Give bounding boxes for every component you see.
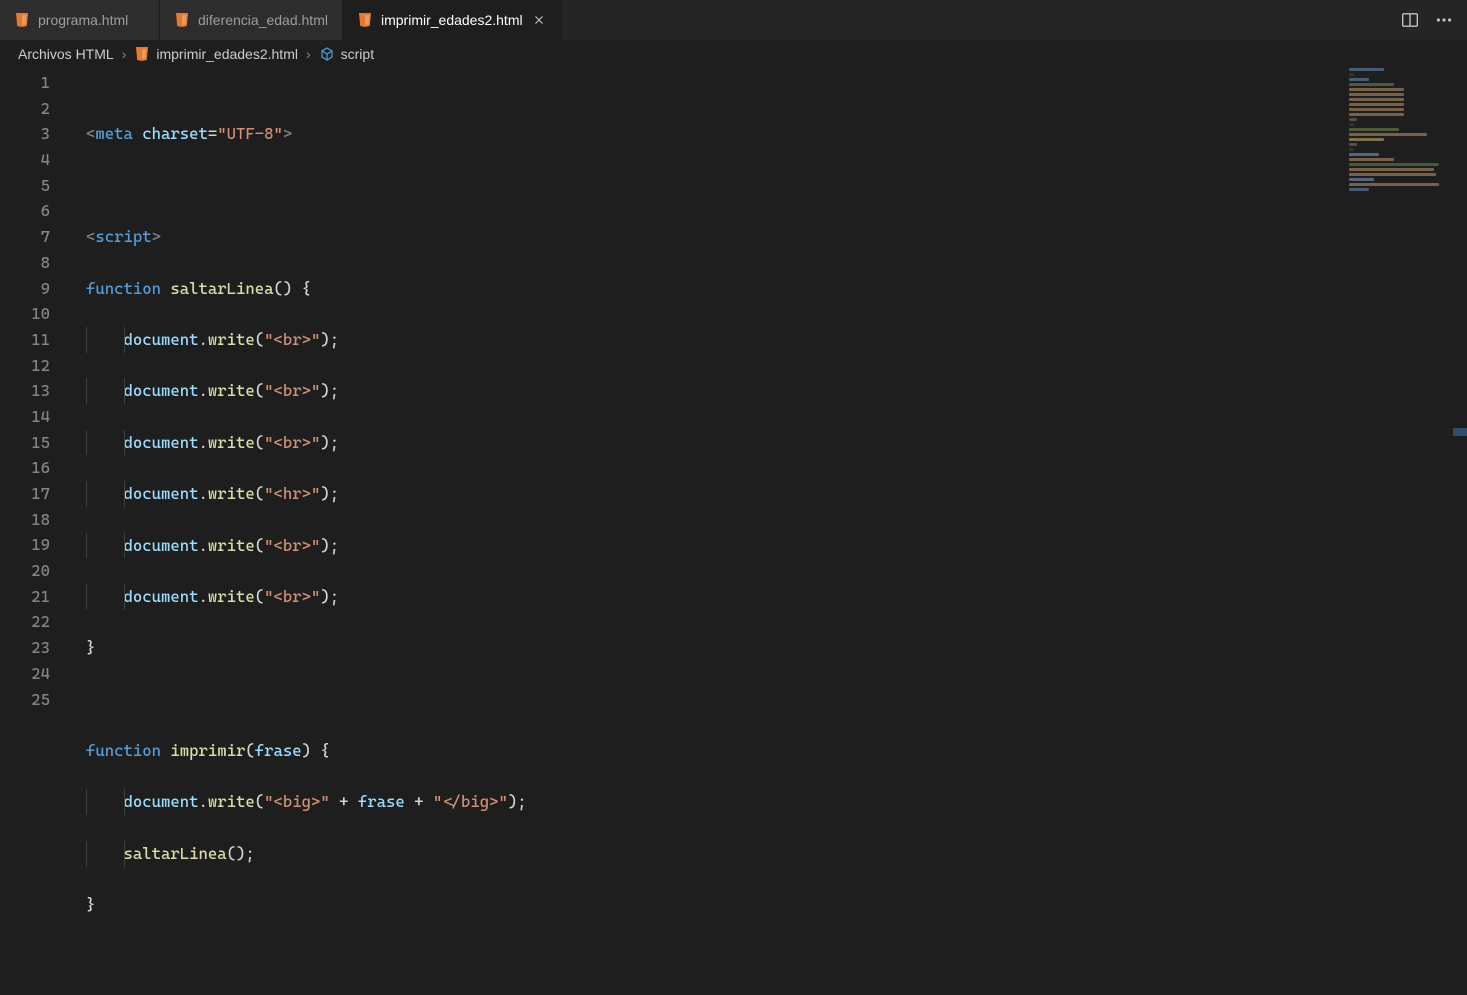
line-number: 18: [0, 507, 50, 533]
line-number: 20: [0, 558, 50, 584]
close-icon[interactable]: [531, 12, 547, 28]
line-number-gutter: 1234567891011121314151617181920212223242…: [0, 68, 72, 995]
line-number: 6: [0, 198, 50, 224]
line-number: 25: [0, 687, 50, 713]
line-number: 9: [0, 276, 50, 302]
code-line: document.write("<br>");: [86, 327, 1467, 353]
tab-label: diferencia_edad.html: [198, 12, 328, 28]
code-line: }: [86, 892, 1467, 918]
chevron-right-icon: ›: [304, 46, 313, 62]
html-file-icon: [14, 12, 30, 28]
breadcrumb-folder[interactable]: Archivos HTML: [18, 46, 114, 62]
line-number: 13: [0, 378, 50, 404]
tab-diferencia-edad[interactable]: diferencia_edad.html: [160, 0, 343, 40]
tab-programa[interactable]: programa.html: [0, 0, 160, 40]
line-number: 5: [0, 173, 50, 199]
breadcrumb-label: script: [341, 46, 374, 62]
code-line: document.write("<br>");: [86, 378, 1467, 404]
split-editor-icon[interactable]: [1401, 11, 1419, 29]
line-number: 16: [0, 455, 50, 481]
line-number: 8: [0, 250, 50, 276]
code-line: <script>: [86, 224, 1467, 250]
code-content[interactable]: <meta charset="UTF-8"> <script> function…: [72, 68, 1467, 995]
breadcrumb: Archivos HTML › imprimir_edades2.html › …: [0, 40, 1467, 68]
line-number: 12: [0, 353, 50, 379]
code-line: }: [86, 635, 1467, 661]
line-number: 1: [0, 70, 50, 96]
html-file-icon: [174, 12, 190, 28]
line-number: 3: [0, 121, 50, 147]
html-file-icon: [357, 12, 373, 28]
breadcrumb-symbol[interactable]: script: [319, 46, 374, 62]
code-line: document.write("<big>" + frase + "</big>…: [86, 789, 1467, 815]
tab-bar: programa.html diferencia_edad.html impri…: [0, 0, 1467, 40]
code-editor[interactable]: 1234567891011121314151617181920212223242…: [0, 68, 1467, 995]
breadcrumb-label: Archivos HTML: [18, 46, 114, 62]
code-line: document.write("<br>");: [86, 533, 1467, 559]
line-number: 17: [0, 481, 50, 507]
code-line: document.write("<br>");: [86, 430, 1467, 456]
overview-ruler[interactable]: [1453, 68, 1467, 995]
more-actions-icon[interactable]: [1435, 11, 1453, 29]
code-line: [86, 944, 1467, 970]
tab-label: programa.html: [38, 12, 128, 28]
line-number: 19: [0, 532, 50, 558]
tab-label: imprimir_edades2.html: [381, 12, 523, 28]
tab-imprimir-edades2[interactable]: imprimir_edades2.html: [343, 0, 562, 40]
code-line: [86, 687, 1467, 713]
line-number: 10: [0, 301, 50, 327]
overview-mark: [1453, 428, 1467, 436]
symbol-icon: [319, 46, 335, 62]
line-number: 23: [0, 635, 50, 661]
line-number: 24: [0, 661, 50, 687]
line-number: 4: [0, 147, 50, 173]
line-number: 11: [0, 327, 50, 353]
breadcrumb-file[interactable]: imprimir_edades2.html: [134, 46, 298, 62]
line-number: 2: [0, 96, 50, 122]
line-number: 15: [0, 430, 50, 456]
editor-actions: [1401, 0, 1467, 40]
line-number: 21: [0, 584, 50, 610]
line-number: 14: [0, 404, 50, 430]
code-line: saltarLinea();: [86, 841, 1467, 867]
line-number: 22: [0, 609, 50, 635]
code-line: document.write("<br>");: [86, 584, 1467, 610]
breadcrumb-label: imprimir_edades2.html: [156, 46, 298, 62]
code-line: function saltarLinea() {: [86, 276, 1467, 302]
code-line: function imprimir(frase) {: [86, 738, 1467, 764]
html-file-icon: [134, 46, 150, 62]
chevron-right-icon: ›: [120, 46, 129, 62]
line-number: 7: [0, 224, 50, 250]
code-line: document.write("<hr>");: [86, 481, 1467, 507]
code-line: [86, 173, 1467, 199]
code-line: <meta charset="UTF-8">: [86, 121, 1467, 147]
